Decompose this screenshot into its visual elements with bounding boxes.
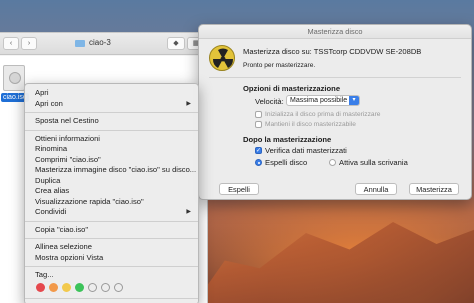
menu-item-label: Copia "ciao.iso"	[35, 224, 89, 234]
menu-item-label: Apri	[35, 88, 49, 97]
folder-icon	[75, 40, 85, 47]
menu-item-label: Apri con	[35, 98, 63, 108]
tag-color-dot[interactable]	[62, 283, 71, 292]
dropbox-icon[interactable]: ◆	[167, 37, 185, 50]
submenu-arrow-icon: ▶	[186, 100, 191, 107]
menu-item-label: Ottieni informazioni	[35, 133, 100, 143]
menu-item-label: Duplica	[35, 175, 61, 185]
burn-button[interactable]: Masterizza	[409, 183, 459, 195]
after-heading: Dopo la masterizzazione	[243, 135, 332, 144]
keep-appendable-label: Mantieni il disco masterizzabile	[265, 121, 356, 128]
mountain-graphic	[190, 222, 474, 303]
init-disc-label: Inizializza il disco prima di masterizza…	[265, 111, 381, 118]
speed-select[interactable]: Massima possibile ( ▾	[286, 95, 360, 106]
eject-disc-radio[interactable]	[255, 159, 262, 166]
menu-item-label: Condividi	[35, 207, 67, 216]
menu-item[interactable]: Crea alias	[25, 186, 198, 197]
menu-item[interactable]: Ottieni informazioni	[25, 134, 198, 145]
speed-select-value: Massima possibile (	[290, 97, 352, 104]
tag-color-dot[interactable]	[114, 283, 123, 292]
menu-item[interactable]: Visualizzazione rapida "ciao.iso"	[25, 197, 198, 208]
tag-color-dot[interactable]	[49, 283, 58, 292]
menu-item[interactable]: Comprimi "ciao.iso"	[25, 155, 198, 166]
chevron-updown-icon: ▾	[349, 96, 359, 105]
menu-item[interactable]: Masterizza immagine disco "ciao.iso" su …	[25, 165, 198, 176]
menu-item-label: Sposta nel Cestino	[35, 116, 99, 125]
menu-item[interactable]: Duplica	[25, 176, 198, 187]
context-menu: Apri Apri con ▶ Sposta nel Cestino Ottieni i…	[24, 83, 199, 303]
menu-item[interactable]: Copia "ciao.iso"	[25, 225, 198, 236]
menu-item[interactable]: Mostra opzioni Vista	[25, 253, 198, 264]
menu-item-label: Visualizzazione rapida "ciao.iso"	[35, 196, 144, 206]
burn-dialog: Masterizza disco Masterizza disco su: TS…	[198, 24, 472, 200]
finder-toolbar: ‹ › ciao-3 ◆ ▦	[0, 33, 207, 55]
menu-separator	[25, 129, 198, 131]
menu-item[interactable]: Condividi ▶	[25, 207, 198, 218]
menu-separator	[25, 266, 198, 267]
mount-desktop-label: Attiva sulla scrivania	[339, 158, 408, 167]
divider	[209, 77, 461, 78]
keep-appendable-checkbox[interactable]	[255, 121, 262, 128]
menu-item-label: Masterizza immagine disco "ciao.iso" su …	[35, 165, 197, 174]
menu-item-label: Tag...	[35, 270, 54, 279]
tag-color-dot[interactable]	[88, 283, 97, 292]
menu-item[interactable]: Allinea selezione	[25, 242, 198, 253]
menu-separator	[25, 297, 198, 299]
menu-item-label: Comprimi "ciao.iso"	[35, 154, 101, 164]
verify-data-checkbox[interactable]: ✓	[255, 147, 262, 154]
menu-separator	[25, 220, 198, 222]
menu-item-label: Rinomina	[35, 144, 68, 153]
menu-item[interactable]: Apri	[25, 88, 198, 99]
cancel-button[interactable]: Annulla	[355, 183, 397, 195]
tag-color-dot[interactable]	[36, 283, 45, 292]
radiation-icon	[209, 45, 235, 71]
menu-item[interactable]: Apri con ▶	[25, 99, 198, 110]
disk-image-icon[interactable]	[3, 65, 25, 91]
speed-label: Velocità:	[255, 97, 284, 106]
submenu-arrow-icon: ▶	[186, 209, 191, 215]
menu-item-label: Allinea selezione	[35, 242, 92, 251]
mount-desktop-radio[interactable]	[329, 159, 336, 166]
burn-device-label: Masterizza disco su: TSSTcorp CDDVDW SE-…	[243, 47, 422, 56]
options-heading: Opzioni di masterizzazione	[243, 84, 341, 93]
eject-button[interactable]: Espelli	[219, 183, 259, 195]
menu-separator	[25, 238, 198, 239]
verify-data-label: Verifica dati masterizzati	[265, 146, 347, 155]
tag-color-row	[25, 281, 198, 295]
eject-disc-label: Espelli disco	[265, 158, 308, 167]
tag-color-dot[interactable]	[75, 283, 84, 292]
tag-color-dot[interactable]	[101, 283, 110, 292]
menu-item[interactable]: Tag...	[25, 270, 198, 281]
menu-item-label: Mostra opzioni Vista	[35, 252, 104, 262]
init-disc-checkbox[interactable]	[255, 111, 262, 118]
menu-item-label: Crea alias	[35, 186, 70, 195]
menu-item[interactable]: Sposta nel Cestino	[25, 116, 198, 127]
menu-item[interactable]: Rinomina	[25, 144, 198, 155]
menu-separator	[25, 112, 198, 113]
dialog-title: Masterizza disco	[199, 25, 471, 39]
forward-icon[interactable]: ›	[21, 37, 37, 50]
status-label: Pronto per masterizzare.	[243, 62, 316, 69]
finder-title: ciao-3	[89, 38, 111, 47]
back-icon[interactable]: ‹	[3, 37, 19, 50]
